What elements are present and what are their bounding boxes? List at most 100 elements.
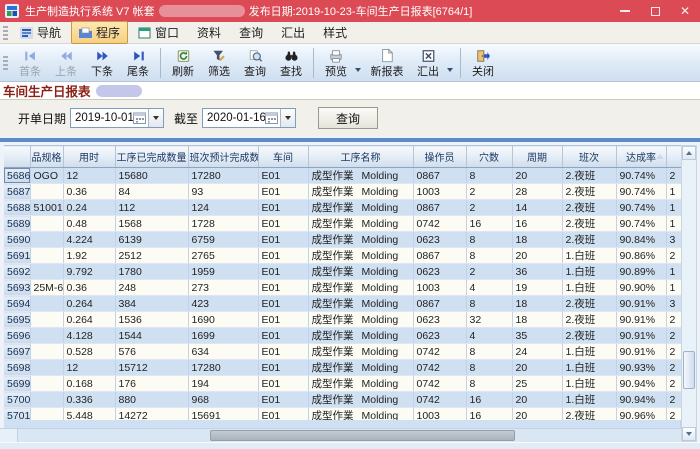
- cell-rate[interactable]: 90.74%: [616, 168, 666, 184]
- cell-rate[interactable]: 90.91%: [616, 312, 666, 328]
- cell-op[interactable]: 0742: [413, 360, 466, 376]
- calendar-icon[interactable]: [133, 112, 146, 124]
- cell-spec[interactable]: [30, 184, 63, 200]
- cell-op[interactable]: 0742: [413, 376, 466, 392]
- cell-shift[interactable]: 2.夜班: [562, 184, 616, 200]
- cell-cyc[interactable]: 19: [512, 280, 562, 296]
- table-row[interactable]: 569325M-610.36248273E01成型作業Molding100341…: [4, 280, 681, 296]
- cell-extra[interactable]: 3: [666, 232, 681, 248]
- table-row[interactable]: 5698121571217280E01成型作業Molding07428201.白…: [4, 360, 681, 376]
- horizontal-scrollbar[interactable]: [0, 428, 681, 442]
- cell-extra[interactable]: 2: [666, 344, 681, 360]
- cell-spec[interactable]: [30, 216, 63, 232]
- cell-plan[interactable]: 273: [188, 280, 258, 296]
- cell-spec[interactable]: [30, 376, 63, 392]
- col-header-spec[interactable]: 品规格: [30, 146, 63, 168]
- row-number[interactable]: 5699: [4, 376, 30, 392]
- cell-op[interactable]: 1003: [413, 184, 466, 200]
- col-header-rownum[interactable]: [4, 146, 30, 168]
- cell-cyc[interactable]: 20: [512, 248, 562, 264]
- cell-shift[interactable]: 1.白班: [562, 264, 616, 280]
- cell-extra[interactable]: 1: [666, 200, 681, 216]
- cell-hours[interactable]: 0.168: [63, 376, 115, 392]
- cell-extra[interactable]: 2: [666, 328, 681, 344]
- col-header-cycle[interactable]: 周期: [512, 146, 562, 168]
- cell-shift[interactable]: 2.夜班: [562, 168, 616, 184]
- col-header-process[interactable]: 工序名称: [308, 146, 413, 168]
- cell-process[interactable]: 成型作業Molding: [308, 392, 413, 408]
- cell-plan[interactable]: 1959: [188, 264, 258, 280]
- cell-spec[interactable]: 25M-61: [30, 280, 63, 296]
- cell-cav[interactable]: 2: [466, 200, 512, 216]
- menu-item-query[interactable]: 查询: [231, 21, 271, 44]
- row-number[interactable]: 5692: [4, 264, 30, 280]
- cell-process[interactable]: 成型作業Molding: [308, 344, 413, 360]
- cell-cav[interactable]: 8: [466, 296, 512, 312]
- cell-process[interactable]: 成型作業Molding: [308, 280, 413, 296]
- cell-shift[interactable]: 2.夜班: [562, 328, 616, 344]
- date-from-input[interactable]: [71, 112, 133, 124]
- cell-rate[interactable]: 90.86%: [616, 248, 666, 264]
- cell-cyc[interactable]: 24: [512, 344, 562, 360]
- cell-cav[interactable]: 4: [466, 280, 512, 296]
- cell-ws[interactable]: E01: [258, 328, 308, 344]
- cell-done[interactable]: 15680: [115, 168, 188, 184]
- cell-spec[interactable]: [30, 392, 63, 408]
- cell-cav[interactable]: 8: [466, 376, 512, 392]
- cell-extra[interactable]: 2: [666, 376, 681, 392]
- cell-hours[interactable]: 12: [63, 360, 115, 376]
- menu-item-export[interactable]: 汇出: [273, 21, 313, 44]
- query-submit-button[interactable]: 查询: [318, 107, 378, 129]
- cell-process[interactable]: 成型作業Molding: [308, 312, 413, 328]
- cell-done[interactable]: 6139: [115, 232, 188, 248]
- cell-ws[interactable]: E01: [258, 168, 308, 184]
- cell-hours[interactable]: 0.24: [63, 200, 115, 216]
- cell-extra[interactable]: 2: [666, 248, 681, 264]
- cell-hours[interactable]: 9.792: [63, 264, 115, 280]
- cell-shift[interactable]: 1.白班: [562, 360, 616, 376]
- cell-shift[interactable]: 2.夜班: [562, 232, 616, 248]
- table-row[interactable]: 56929.79217801959E01成型作業Molding06232361.…: [4, 264, 681, 280]
- cell-done[interactable]: 384: [115, 296, 188, 312]
- cell-ws[interactable]: E01: [258, 232, 308, 248]
- cell-cav[interactable]: 2: [466, 184, 512, 200]
- date-to-dropdown-arrow[interactable]: [280, 109, 295, 127]
- cell-cav[interactable]: 8: [466, 360, 512, 376]
- cell-plan[interactable]: 423: [188, 296, 258, 312]
- cell-done[interactable]: 84: [115, 184, 188, 200]
- col-header-rate[interactable]: 达成率: [616, 146, 666, 168]
- close-button[interactable]: 关闭: [465, 45, 501, 81]
- cell-process[interactable]: 成型作業Molding: [308, 328, 413, 344]
- scroll-down-arrow[interactable]: [682, 427, 696, 441]
- row-number[interactable]: 5695: [4, 312, 30, 328]
- cell-hours[interactable]: 12: [63, 168, 115, 184]
- cell-ws[interactable]: E01: [258, 360, 308, 376]
- cell-extra[interactable]: 1: [666, 264, 681, 280]
- cell-rate[interactable]: 90.90%: [616, 280, 666, 296]
- cell-cav[interactable]: 8: [466, 248, 512, 264]
- col-header-cavity[interactable]: 穴数: [466, 146, 512, 168]
- col-header-done-qty[interactable]: 工序已完成数量: [115, 146, 188, 168]
- cell-done[interactable]: 1780: [115, 264, 188, 280]
- cell-rate[interactable]: 90.94%: [616, 392, 666, 408]
- cell-spec[interactable]: [30, 232, 63, 248]
- cell-plan[interactable]: 634: [188, 344, 258, 360]
- cell-process[interactable]: 成型作業Molding: [308, 168, 413, 184]
- cell-shift[interactable]: 1.白班: [562, 248, 616, 264]
- cell-plan[interactable]: 1728: [188, 216, 258, 232]
- vertical-scrollbar[interactable]: [681, 145, 697, 442]
- row-number[interactable]: 5687: [4, 184, 30, 200]
- cell-cyc[interactable]: 35: [512, 328, 562, 344]
- cell-process[interactable]: 成型作業Molding: [308, 216, 413, 232]
- cell-shift[interactable]: 1.白班: [562, 344, 616, 360]
- row-number[interactable]: 5697: [4, 344, 30, 360]
- cell-done[interactable]: 2512: [115, 248, 188, 264]
- cell-hours[interactable]: 1.92: [63, 248, 115, 264]
- cell-done[interactable]: 112: [115, 200, 188, 216]
- menu-item-window[interactable]: 窗口: [130, 21, 187, 44]
- cell-rate[interactable]: 90.74%: [616, 200, 666, 216]
- cell-done[interactable]: 1568: [115, 216, 188, 232]
- cell-hours[interactable]: 0.48: [63, 216, 115, 232]
- preview-dropdown-arrow[interactable]: [355, 68, 361, 72]
- cell-cav[interactable]: 32: [466, 312, 512, 328]
